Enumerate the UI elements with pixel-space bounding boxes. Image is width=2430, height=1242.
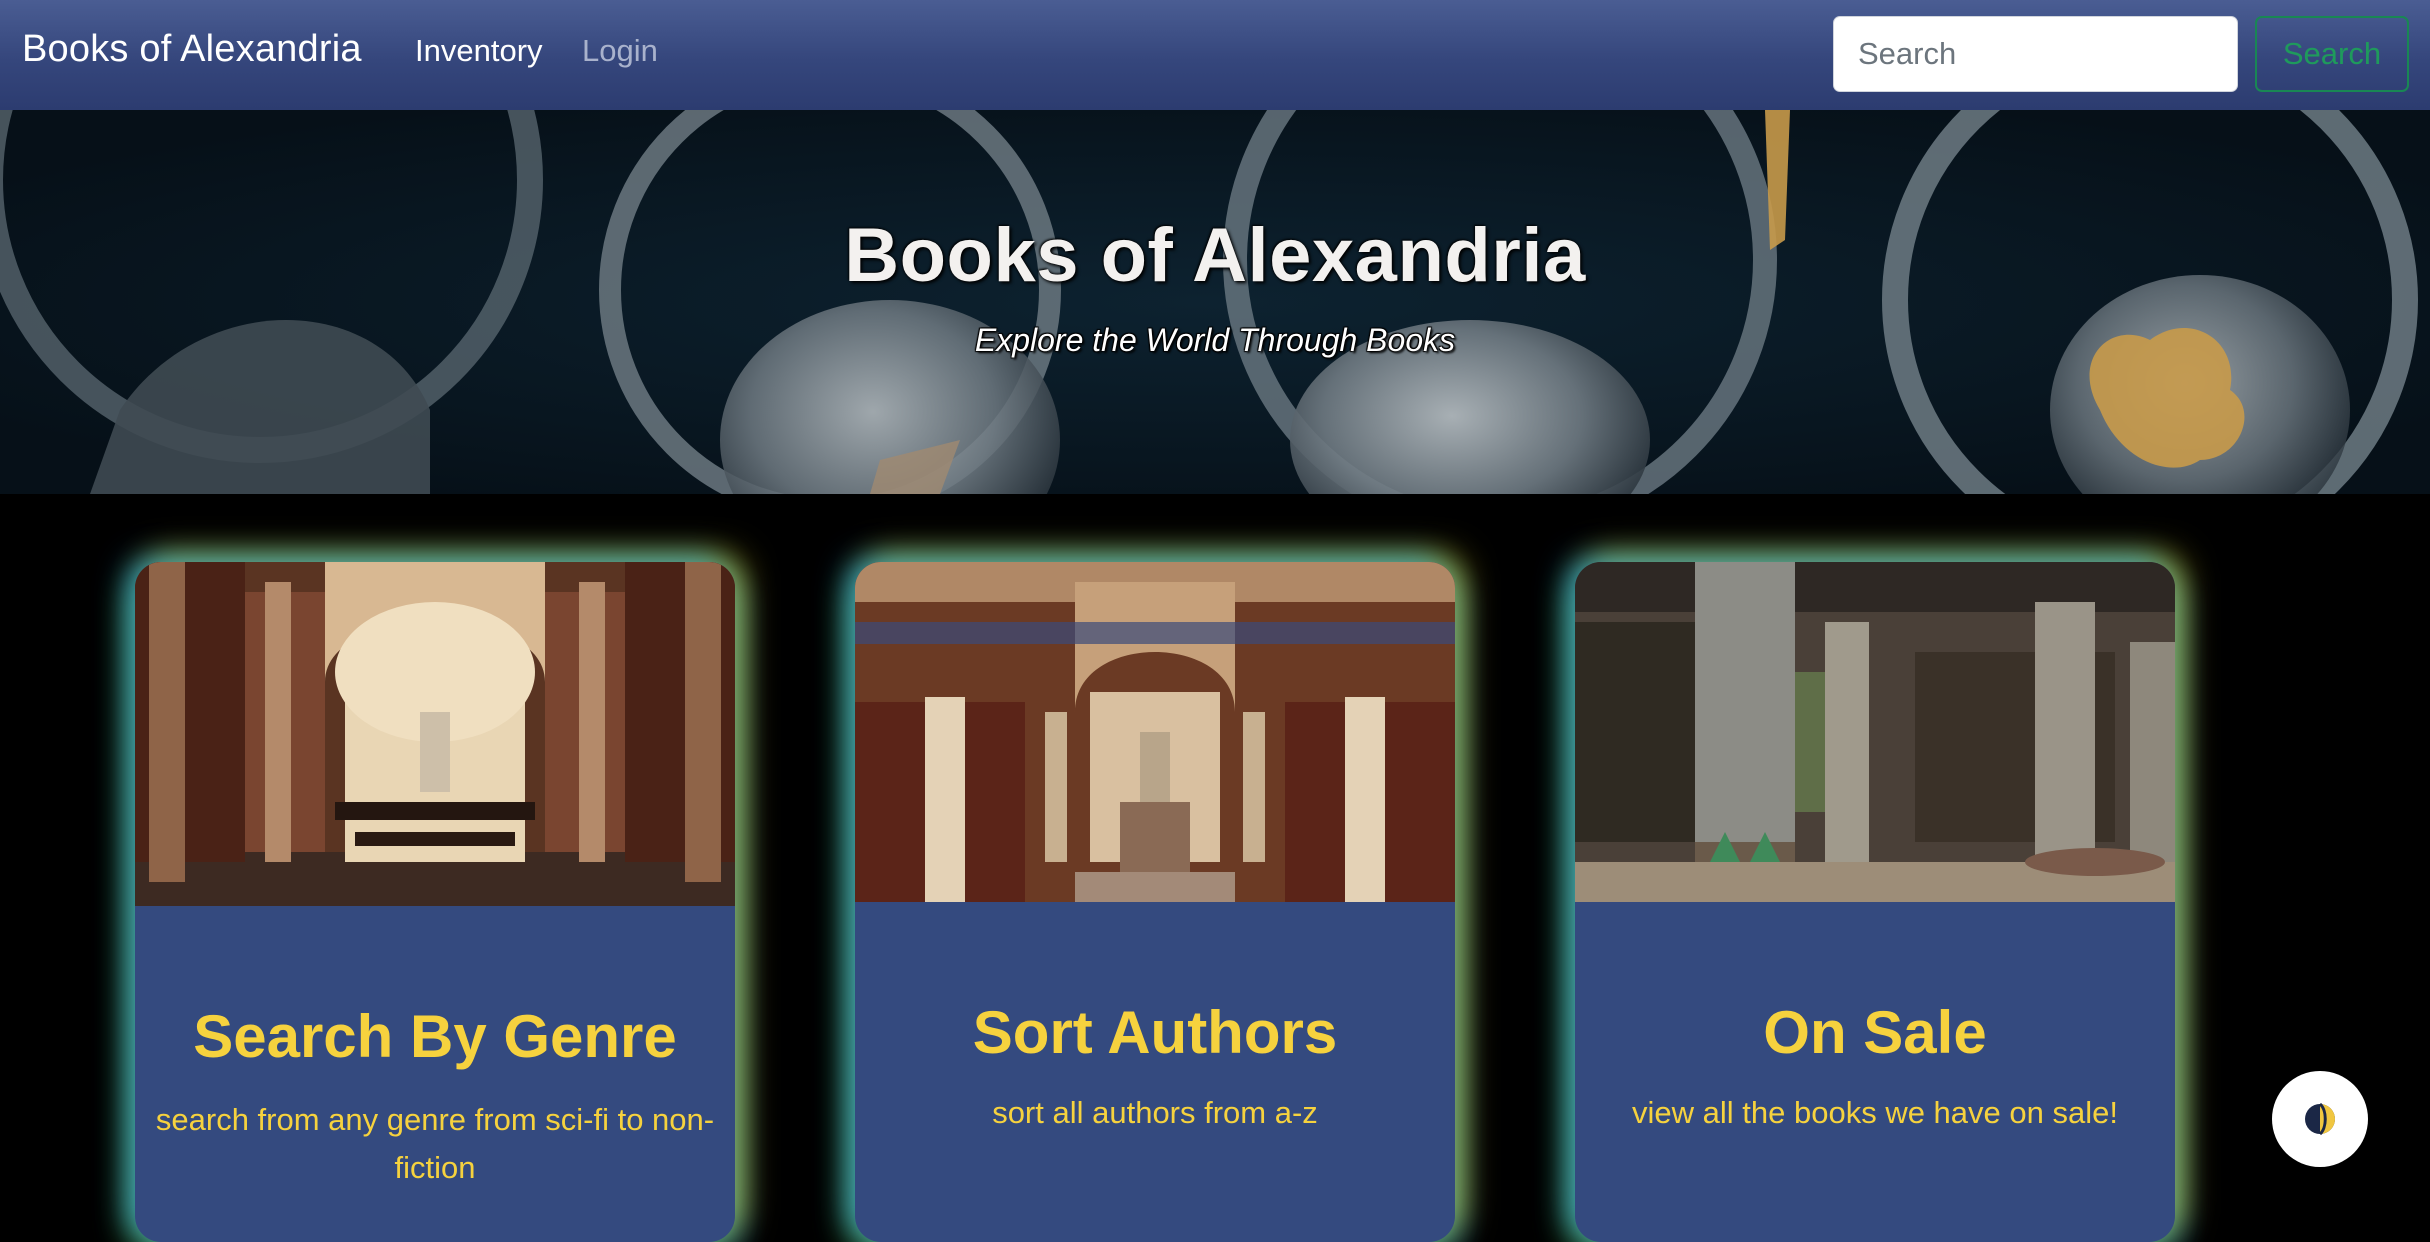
card-title: Sort Authors <box>972 999 1338 1066</box>
card-sort-authors[interactable]: Sort Authors sort all authors from a-z <box>855 562 1455 1242</box>
library-corridor-image <box>855 562 1455 902</box>
navbar: Books of Alexandria Inventory Login Sear… <box>0 0 2430 110</box>
card-title: On Sale <box>1763 999 1987 1066</box>
library-columns-image <box>1575 562 2175 902</box>
hero-subtitle: Explore the World Through Books <box>974 322 1456 358</box>
card-text: search from any genre from sci-fi to non… <box>155 1102 715 1185</box>
card-search-by-genre[interactable]: Search By Genre search from any genre fr… <box>135 562 735 1242</box>
nav-link-login[interactable]: Login <box>582 33 658 69</box>
half-moon-icon <box>2305 1102 2335 1136</box>
hero-banner: Books of Alexandria Explore the World Th… <box>0 110 2430 494</box>
hero-title: Books of Alexandria <box>844 213 1586 298</box>
search-button[interactable]: Search <box>2255 16 2409 92</box>
theme-toggle-button[interactable] <box>2272 1071 2368 1167</box>
search-input[interactable] <box>1833 16 2238 92</box>
library-hall-image <box>135 562 735 906</box>
card-text: sort all authors from a-z <box>992 1095 1318 1130</box>
hero-background-image <box>0 110 2430 494</box>
card-title: Search By Genre <box>193 1003 677 1070</box>
card-text: view all the books we have on sale! <box>1632 1095 2118 1130</box>
card-on-sale[interactable]: On Sale view all the books we have on sa… <box>1575 562 2175 1242</box>
nav-link-inventory[interactable]: Inventory <box>415 33 543 69</box>
brand-link[interactable]: Books of Alexandria <box>22 28 362 71</box>
